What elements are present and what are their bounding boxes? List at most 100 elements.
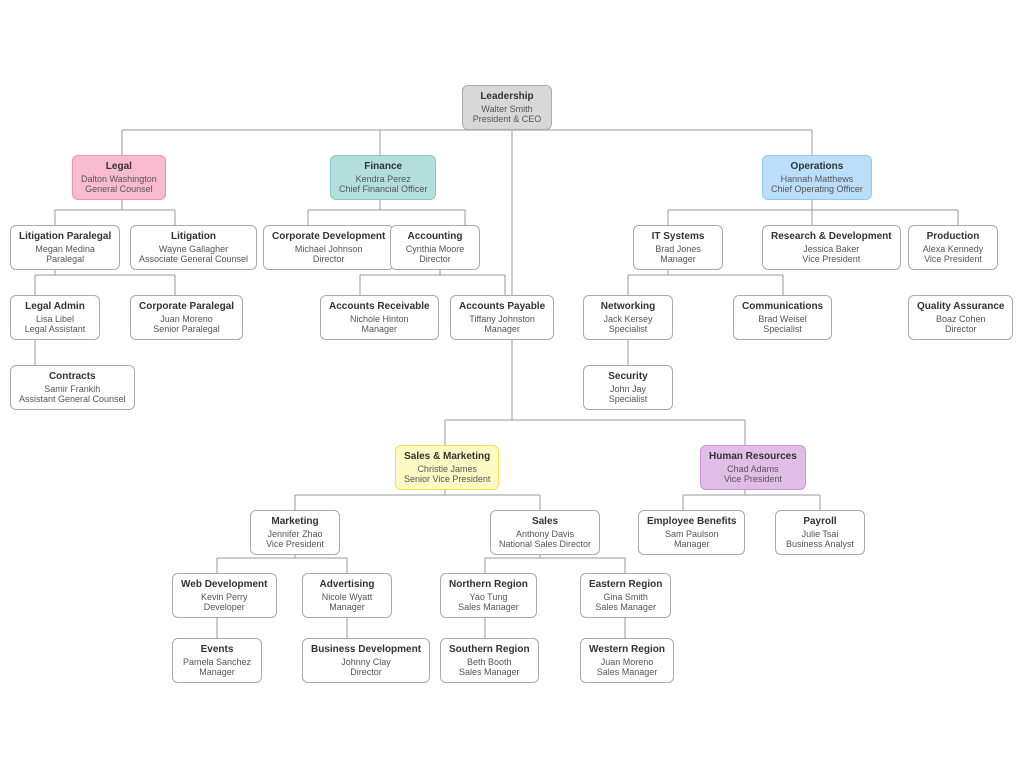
communications-node: Communications Brad Weisel Specialist (733, 295, 832, 340)
legal-card: Legal Dalton Washington General Counsel (72, 155, 166, 200)
researchdev-role: Vice President (771, 254, 892, 264)
hr-title: Human Resources (709, 451, 797, 462)
southernregion-title: Southern Region (449, 644, 530, 655)
eb-name: Sam Paulson (647, 529, 736, 539)
events-role: Manager (181, 667, 253, 677)
southern-region-card: Southern Region Beth Booth Sales Manager (440, 638, 539, 683)
communications-role: Specialist (742, 324, 823, 334)
corporatedev-name: Michael Johnson (272, 244, 385, 254)
finance-title: Finance (339, 161, 427, 172)
security-title: Security (592, 371, 664, 382)
accounts-payable-node: Accounts Payable Tiffany Johnston Manage… (450, 295, 554, 340)
employee-benefits-node: Employee Benefits Sam Paulson Manager (638, 510, 745, 555)
operations-name: Hannah Matthews (771, 174, 863, 184)
researchdev-name: Jessica Baker (771, 244, 892, 254)
operations-node: Operations Hannah Matthews Chief Operati… (762, 155, 872, 200)
communications-name: Brad Weisel (742, 314, 823, 324)
easternregion-title: Eastern Region (589, 579, 662, 590)
corporateparalegal-title: Corporate Paralegal (139, 301, 234, 312)
legal-admin-card: Legal Admin Lisa Libel Legal Assistant (10, 295, 100, 340)
litigation-role: Associate General Counsel (139, 254, 248, 264)
sales-marketing-node: Sales & Marketing Christie James Senior … (395, 445, 499, 490)
westernregion-title: Western Region (589, 644, 665, 655)
litigationparalegal-role: Paralegal (19, 254, 111, 264)
litigation-card: Litigation Wayne Gallagher Associate Gen… (130, 225, 257, 270)
production-card: Production Alexa Kennedy Vice President (908, 225, 998, 270)
corporateparalegal-name: Juan Moreno (139, 314, 234, 324)
sales-node: Sales Anthony Davis National Sales Direc… (490, 510, 600, 555)
legal-node: Legal Dalton Washington General Counsel (72, 155, 166, 200)
ap-role: Manager (459, 324, 545, 334)
leadership-role: President & CEO (471, 114, 543, 124)
advertising-node: Advertising Nicole Wyatt Manager (302, 573, 392, 618)
legal-name: Dalton Washington (81, 174, 157, 184)
accounting-title: Accounting (399, 231, 471, 242)
security-role: Specialist (592, 394, 664, 404)
leadership-title: Leadership (471, 91, 543, 102)
human-resources-card: Human Resources Chad Adams Vice Presiden… (700, 445, 806, 490)
northernregion-title: Northern Region (449, 579, 528, 590)
hr-name: Chad Adams (709, 464, 797, 474)
marketing-card: Marketing Jennifer Zhao Vice President (250, 510, 340, 555)
litigation-name: Wayne Gallagher (139, 244, 248, 254)
bizdev-role: Director (311, 667, 421, 677)
events-card: Events Pamela Sanchez Manager (172, 638, 262, 683)
southernregion-role: Sales Manager (449, 667, 530, 677)
web-dev-card: Web Development Kevin Perry Developer (172, 573, 277, 618)
litigationparalegal-name: Megan Medina (19, 244, 111, 254)
marketing-title: Marketing (259, 516, 331, 527)
accounts-payable-card: Accounts Payable Tiffany Johnston Manage… (450, 295, 554, 340)
sales-marketing-card: Sales & Marketing Christie James Senior … (395, 445, 499, 490)
networking-card: Networking Jack Kersey Specialist (583, 295, 673, 340)
ar-title: Accounts Receivable (329, 301, 430, 312)
itsystems-name: Brad Jones (642, 244, 714, 254)
advertising-role: Manager (311, 602, 383, 612)
hr-role: Vice President (709, 474, 797, 484)
corporatedev-role: Director (272, 254, 385, 264)
eb-role: Manager (647, 539, 736, 549)
accounts-receivable-card: Accounts Receivable Nichole Hinton Manag… (320, 295, 439, 340)
litigationparalegal-title: Litigation Paralegal (19, 231, 111, 242)
payroll-role: Business Analyst (784, 539, 856, 549)
quality-assurance-card: Quality Assurance Boaz Cohen Director (908, 295, 1013, 340)
corporate-dev-node: Corporate Development Michael Johnson Di… (263, 225, 394, 270)
corporate-paralegal-node: Corporate Paralegal Juan Moreno Senior P… (130, 295, 243, 340)
payroll-card: Payroll Julie Tsai Business Analyst (775, 510, 865, 555)
accounting-card: Accounting Cynthia Moore Director (390, 225, 480, 270)
payroll-title: Payroll (784, 516, 856, 527)
research-dev-card: Research & Development Jessica Baker Vic… (762, 225, 901, 270)
advertising-title: Advertising (311, 579, 383, 590)
contracts-role: Assistant General Counsel (19, 394, 126, 404)
operations-card: Operations Hannah Matthews Chief Operati… (762, 155, 872, 200)
itsystems-role: Manager (642, 254, 714, 264)
contracts-card: Contracts Samir Frankih Assistant Genera… (10, 365, 135, 410)
bizdev-title: Business Development (311, 644, 421, 655)
legaladmin-title: Legal Admin (19, 301, 91, 312)
southernregion-name: Beth Booth (449, 657, 530, 667)
corporatedev-title: Corporate Development (272, 231, 385, 242)
org-chart: Leadership Walter Smith President & CEO … (0, 0, 1024, 768)
operations-title: Operations (771, 161, 863, 172)
business-development-node: Business Development Johnny Clay Directo… (302, 638, 430, 683)
northernregion-name: Yao Tung (449, 592, 528, 602)
sales-card: Sales Anthony Davis National Sales Direc… (490, 510, 600, 555)
payroll-name: Julie Tsai (784, 529, 856, 539)
easternregion-role: Sales Manager (589, 602, 662, 612)
ar-name: Nichole Hinton (329, 314, 430, 324)
ar-role: Manager (329, 324, 430, 334)
legal-role: General Counsel (81, 184, 157, 194)
production-title: Production (917, 231, 989, 242)
legal-admin-node: Legal Admin Lisa Libel Legal Assistant (10, 295, 100, 340)
security-card: Security John Jay Specialist (583, 365, 673, 410)
westernregion-role: Sales Manager (589, 667, 665, 677)
contracts-node: Contracts Samir Frankih Assistant Genera… (10, 365, 135, 410)
accounting-name: Cynthia Moore (399, 244, 471, 254)
marketing-node: Marketing Jennifer Zhao Vice President (250, 510, 340, 555)
ap-title: Accounts Payable (459, 301, 545, 312)
advertising-card: Advertising Nicole Wyatt Manager (302, 573, 392, 618)
payroll-node: Payroll Julie Tsai Business Analyst (775, 510, 865, 555)
webdev-name: Kevin Perry (181, 592, 268, 602)
corporateparalegal-role: Senior Paralegal (139, 324, 234, 334)
litigation-node: Litigation Wayne Gallagher Associate Gen… (130, 225, 257, 270)
finance-role: Chief Financial Officer (339, 184, 427, 194)
